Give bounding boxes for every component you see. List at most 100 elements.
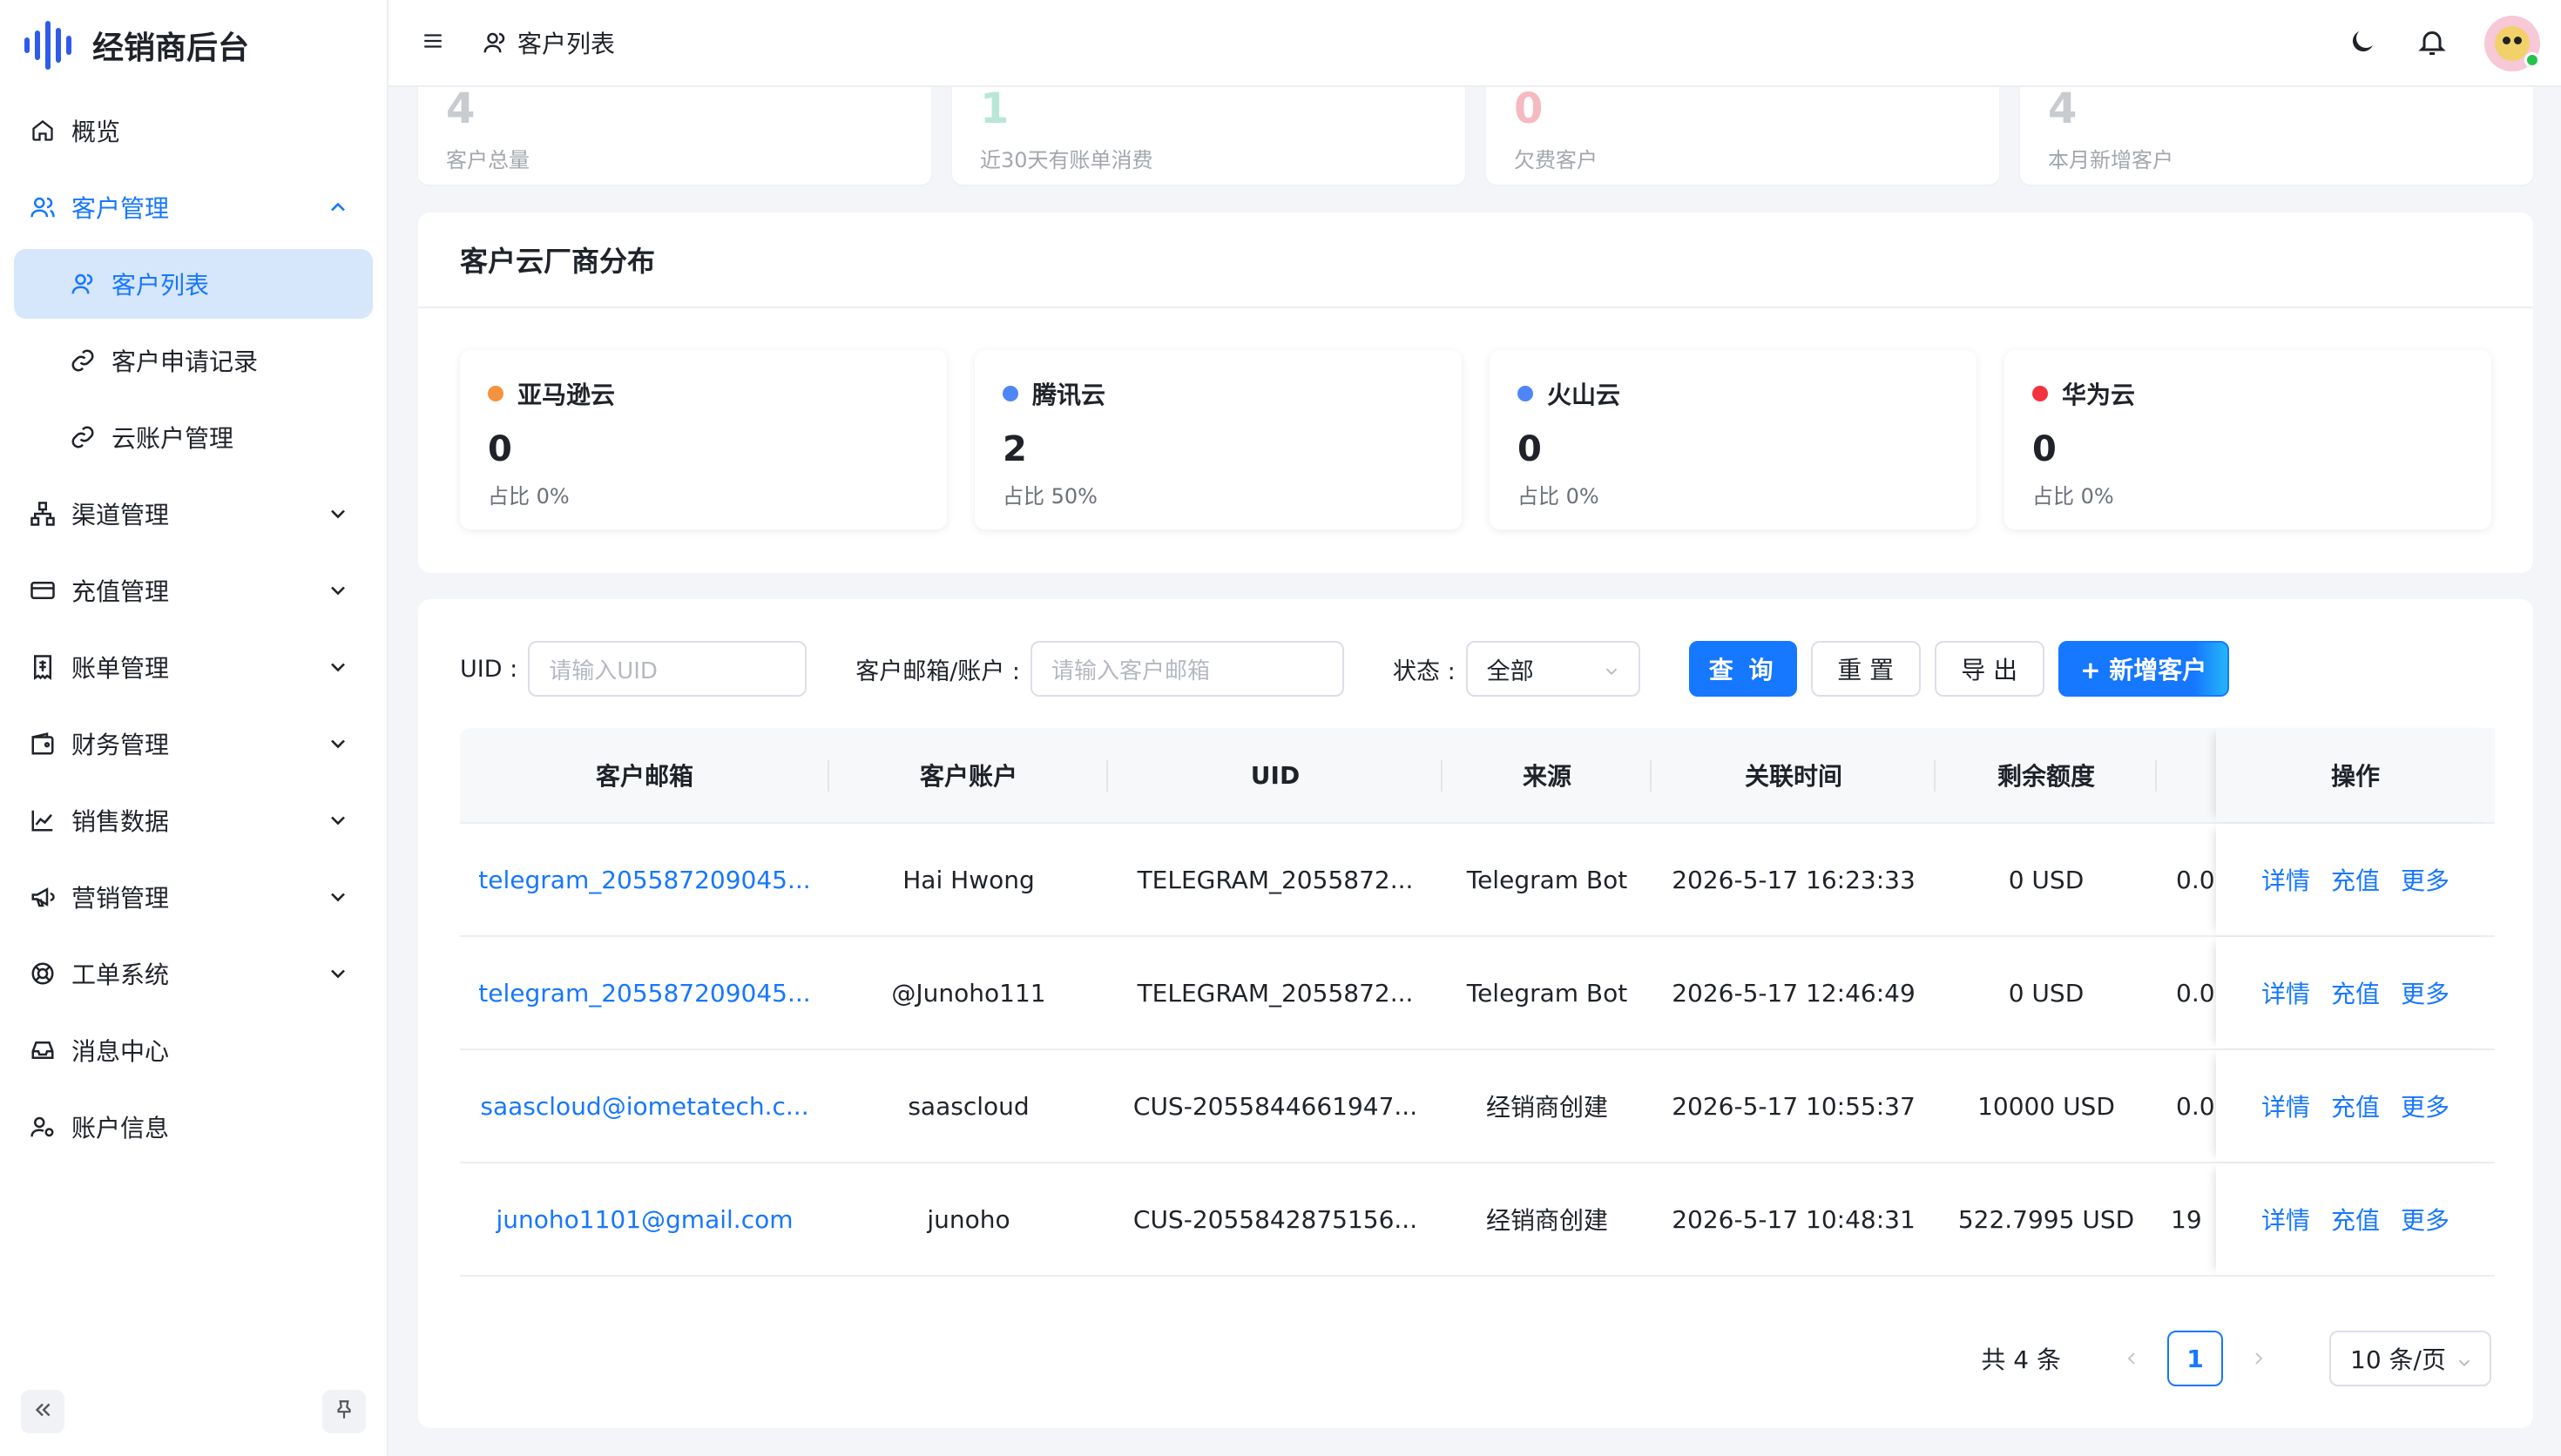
customer-email-link[interactable]: telegram_205587209045... <box>460 866 829 894</box>
distribution-card-aws: 亚马逊云 0 占比 0% <box>460 350 947 529</box>
sidebar-item-label: 账单管理 <box>71 654 170 683</box>
detail-link[interactable]: 详情 <box>2261 975 2310 1010</box>
lifebuoy-icon <box>30 961 56 987</box>
row-actions: 详情 充值 更多 <box>2216 937 2495 1048</box>
status-select[interactable]: 全部 <box>1465 641 1640 697</box>
more-link[interactable]: 更多 <box>2401 862 2450 897</box>
pin-icon <box>333 1399 355 1425</box>
pin-sidebar-button[interactable] <box>322 1390 366 1433</box>
chevron-down-icon <box>1602 660 1621 679</box>
customer-email-link[interactable]: saascloud@iometatech.c... <box>460 1092 829 1121</box>
pagination: 共 4 条 1 10 条/页 <box>1981 1331 2491 1386</box>
stat-label: 欠费客户 <box>1514 148 1598 172</box>
users-icon <box>30 194 56 220</box>
distribution-card-volcano: 火山云 0 占比 0% <box>1490 350 1976 529</box>
column-header-source[interactable]: 来源 <box>1443 727 1652 823</box>
export-button[interactable]: 导 出 <box>1934 641 2044 697</box>
sidebar-item-label: 云账户管理 <box>111 424 234 453</box>
sidebar-item-overview[interactable]: 概览 <box>0 92 387 169</box>
notifications-button[interactable] <box>2415 26 2450 61</box>
sidebar-item-bill-management[interactable]: 账单管理 <box>0 629 387 705</box>
chart-line-icon <box>30 807 56 833</box>
sidebar-item-finance-management[interactable]: 财务管理 <box>0 705 387 782</box>
column-header-account[interactable]: 客户账户 <box>829 727 1108 823</box>
theme-toggle-button[interactable] <box>2345 26 2380 61</box>
megaphone-icon <box>30 884 56 910</box>
add-customer-button[interactable]: + 新增客户 <box>2058 641 2229 697</box>
sidebar-item-marketing-management[interactable]: 营销管理 <box>0 859 387 935</box>
customer-account: saascloud <box>908 1091 1030 1121</box>
page-size-select[interactable]: 10 条/页 <box>2329 1331 2491 1386</box>
column-header-balance[interactable]: 剩余额度 <box>1936 727 2157 823</box>
column-header-email[interactable]: 客户邮箱 <box>460 727 829 823</box>
panel-title: 客户云厂商分布 <box>418 212 2533 308</box>
vendor-percent: 占比 0% <box>488 484 570 509</box>
sidebar-item-ticket-system[interactable]: 工单系统 <box>0 935 387 1012</box>
sidebar-item-customer-management[interactable]: 客户管理 <box>0 169 387 246</box>
page-number-button[interactable]: 1 <box>2167 1331 2223 1386</box>
table-row: telegram_205587209045... @Junoho111 TELE… <box>460 937 2495 1050</box>
detail-link[interactable]: 详情 <box>2261 1202 2310 1237</box>
breadcrumb-current[interactable]: 客户列表 <box>517 25 615 60</box>
vendor-count: 0 <box>488 429 512 469</box>
wallet-icon <box>30 731 56 757</box>
customer-uid: CUS-2055844661947... <box>1132 1091 1418 1121</box>
sidebar-item-label: 账户信息 <box>71 1114 170 1143</box>
recharge-link[interactable]: 充值 <box>2331 862 2380 897</box>
user-icon <box>481 29 509 57</box>
header-actions <box>2345 16 2540 71</box>
detail-link[interactable]: 详情 <box>2261 862 2310 897</box>
menu-toggle-button[interactable] <box>420 30 446 56</box>
chevron-down-icon <box>326 808 350 832</box>
recharge-link[interactable]: 充值 <box>2331 1089 2380 1123</box>
uid-input[interactable]: 请输入UID <box>528 641 807 697</box>
chevron-up-icon <box>326 195 350 219</box>
sidebar-item-channel-management[interactable]: 渠道管理 <box>0 475 387 552</box>
moon-icon <box>2347 26 2378 61</box>
more-link[interactable]: 更多 <box>2401 975 2450 1010</box>
vendor-name: 亚马逊云 <box>517 381 616 409</box>
customer-table: 客户邮箱 客户账户 UID 来源 关联时间 剩余额度 操作 telegram_2… <box>460 728 2495 1277</box>
detail-link[interactable]: 详情 <box>2261 1089 2310 1123</box>
more-link[interactable]: 更多 <box>2401 1089 2450 1123</box>
sidebar-item-customer-list[interactable]: 客户列表 <box>0 246 387 322</box>
sidebar-item-label: 渠道管理 <box>71 501 170 529</box>
sidebar-item-customer-applications[interactable]: 客户申请记录 <box>0 322 387 399</box>
email-input[interactable]: 请输入客户邮箱 <box>1030 641 1344 697</box>
query-button[interactable]: 查 询 <box>1688 641 1797 697</box>
bell-icon <box>2416 26 2448 61</box>
table-header: 客户邮箱 客户账户 UID 来源 关联时间 剩余额度 操作 <box>460 728 2495 824</box>
column-header-hidden[interactable] <box>2157 727 2216 823</box>
sidebar-item-sales-data[interactable]: 销售数据 <box>0 782 387 859</box>
double-chevron-left-icon <box>31 1399 54 1425</box>
recharge-link[interactable]: 充值 <box>2331 975 2380 1010</box>
recharge-link[interactable]: 充值 <box>2331 1202 2380 1237</box>
column-header-linked-time[interactable]: 关联时间 <box>1652 727 1936 823</box>
collapse-sidebar-button[interactable] <box>21 1390 64 1433</box>
sidebar-item-message-center[interactable]: 消息中心 <box>0 1012 387 1089</box>
status-label: 状态 : <box>1392 657 1456 685</box>
sitemap-icon <box>30 501 56 527</box>
linked-time: 2026-5-17 10:55:37 <box>1672 1091 1916 1121</box>
logo-icon <box>24 21 71 70</box>
column-header-uid[interactable]: UID <box>1108 727 1443 823</box>
stat-value: 1 <box>980 87 1010 131</box>
legend-dot <box>2032 386 2048 401</box>
sidebar-item-account-info[interactable]: 账户信息 <box>0 1089 387 1165</box>
chevron-down-icon <box>326 655 350 679</box>
customer-email-link[interactable]: telegram_205587209045... <box>460 979 829 1008</box>
sidebar-item-cloud-accounts[interactable]: 云账户管理 <box>0 399 387 475</box>
page-size-value: 10 条/页 <box>2350 1345 2446 1374</box>
prev-page-button[interactable] <box>2118 1345 2145 1372</box>
vendor-name: 火山云 <box>1547 381 1621 409</box>
reset-button[interactable]: 重 置 <box>1810 641 1921 697</box>
hidden-column-value: 0.0 <box>2176 978 2215 1008</box>
vendor-percent: 占比 50% <box>1003 484 1098 509</box>
vendor-count: 2 <box>1003 429 1027 469</box>
sidebar-item-recharge-management[interactable]: 充值管理 <box>0 552 387 629</box>
more-link[interactable]: 更多 <box>2401 1202 2450 1237</box>
customer-email-link[interactable]: junoho1101@gmail.com <box>460 1205 829 1234</box>
next-page-button[interactable] <box>2246 1345 2272 1372</box>
remaining-balance: 0 USD <box>2008 978 2085 1008</box>
stat-value: 4 <box>2048 87 2078 131</box>
